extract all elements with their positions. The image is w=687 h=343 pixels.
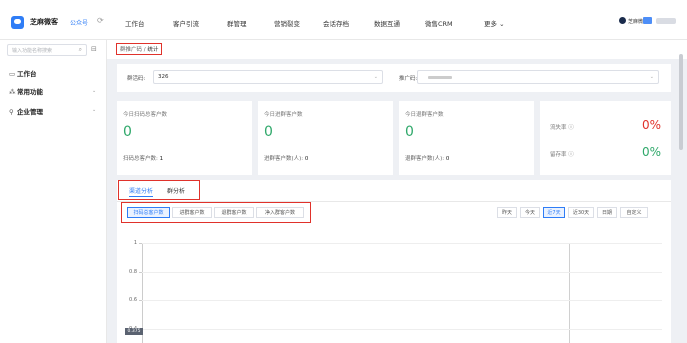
- redacted-value: [428, 76, 452, 79]
- range-last-30-days[interactable]: 近30天: [568, 207, 594, 218]
- tab-channel-analysis[interactable]: 渠道分析: [129, 186, 154, 197]
- stat-total: 进群客户数(人): 0: [264, 156, 309, 162]
- help-icon: ⓘ: [568, 125, 574, 131]
- sidebar: 输入功能名称搜索 ⌕ ⊟ ▭ 工作台 ⁂ 常用功能 ⌄ ⚲ 企业管理 ⌄: [0, 40, 107, 343]
- stat-total: 退群客户数(人): 0: [405, 156, 450, 162]
- stat-total: 扫码总客户数: 1: [123, 156, 164, 162]
- analysis-tabs: 渠道分析 群分析: [118, 180, 200, 200]
- chart-cursor-label: 0.375: [125, 328, 143, 335]
- stat-value: 0: [123, 124, 132, 140]
- metric-selector: 扫码总客户数 进群客户数 退群客户数 净入群客户数: [121, 202, 311, 223]
- stat-card-joined: 今日进群客户数 0 进群客户数(人): 0: [258, 101, 393, 175]
- range-yesterday[interactable]: 昨天: [497, 207, 517, 218]
- grid-line: [142, 300, 662, 302]
- chevron-down-icon: ⌄: [499, 20, 505, 28]
- sidebar-search-input[interactable]: 输入功能名称搜索 ⌕: [7, 44, 87, 56]
- search-icon: ⌕: [78, 46, 82, 53]
- channel-filter-label: 推广码:: [399, 76, 418, 82]
- code-filter-label: 群活码:: [127, 76, 146, 82]
- nav-group-management[interactable]: 群管理: [227, 18, 247, 28]
- brand-name: 芝麻微客: [30, 18, 58, 26]
- stat-title: 今日扫码总客户数: [123, 112, 168, 118]
- churn-rate-label: 流失率 ⓘ: [550, 125, 574, 131]
- org-logo-icon: [619, 17, 626, 24]
- range-date[interactable]: 日期: [597, 207, 617, 218]
- stat-card-left: 今日退群客户数 0 退群客户数(人): 0: [399, 101, 534, 175]
- range-today[interactable]: 今天: [520, 207, 540, 218]
- filter-card: 群活码: 326 ⌄ 推广码: ⌄: [117, 64, 671, 92]
- refresh-icon[interactable]: ⟳: [97, 16, 104, 25]
- help-icon: ⓘ: [568, 152, 574, 158]
- channel-select[interactable]: ⌄: [417, 70, 659, 84]
- page-scrollbar[interactable]: [679, 54, 683, 150]
- stat-title: 今日退群客户数: [405, 112, 444, 118]
- churn-rate-value: 0%: [641, 118, 661, 132]
- metric-net-joined[interactable]: 净入群客户数: [256, 207, 304, 218]
- range-last-7-days[interactable]: 近7天: [543, 207, 565, 218]
- grid-line: [142, 243, 662, 244]
- top-bar: 芝麻微客 公众号 ⟳ 工作台 客户引流 群管理 营销裂变 会话存档 数据互通 微…: [0, 0, 687, 40]
- breadcrumb-current: 统计: [147, 47, 159, 53]
- vip-badge-icon: [643, 17, 652, 24]
- sidebar-item-common-functions[interactable]: ⁂ 常用功能: [9, 86, 43, 96]
- nav-marketing-fission[interactable]: 营销裂变: [274, 18, 300, 28]
- nav-crm[interactable]: 微售CRM: [425, 18, 453, 28]
- breadcrumb-parent[interactable]: 群推广码: [120, 47, 142, 53]
- code-select[interactable]: 326 ⌄: [153, 70, 383, 84]
- chevron-down-icon[interactable]: ⌄: [92, 107, 96, 113]
- metric-left[interactable]: 退群客户数: [214, 207, 254, 218]
- nav-workbench[interactable]: 工作台: [125, 18, 145, 28]
- nav-chat-archive[interactable]: 会话存档: [323, 18, 349, 28]
- y-tick-mark: [139, 271, 142, 273]
- grid-icon: ⁂: [9, 88, 16, 96]
- range-custom[interactable]: 自定义: [620, 207, 648, 218]
- y-tick-label: 1: [133, 240, 137, 246]
- metric-total-scans[interactable]: 扫码总客户数: [127, 207, 170, 218]
- chevron-down-icon: ⌄: [649, 74, 654, 80]
- sidebar-item-enterprise-management[interactable]: ⚲ 企业管理: [9, 106, 43, 116]
- metric-joined[interactable]: 进群客户数: [172, 207, 212, 218]
- stat-card-scans: 今日扫码总客户数 0 扫码总客户数: 1: [117, 101, 252, 175]
- app-logo-icon: [11, 16, 24, 29]
- stat-title: 今日进群客户数: [264, 112, 303, 118]
- analysis-card: 渠道分析 群分析 扫码总客户数 进群客户数 退群客户数 净入群客户数 昨天 今天…: [117, 180, 671, 343]
- y-tick-mark: [139, 243, 142, 244]
- search-placeholder: 输入功能名称搜索: [12, 48, 53, 54]
- chevron-down-icon[interactable]: ⌄: [92, 88, 96, 94]
- y-tick-label: 0.6: [129, 297, 137, 304]
- org-name: 芝麻微: [628, 19, 644, 25]
- grid-line: [142, 328, 662, 330]
- person-icon: ⚲: [9, 108, 14, 116]
- grid-line: [142, 271, 662, 273]
- rate-card: 流失率 ⓘ 0% 留存率 ⓘ 0%: [540, 101, 671, 175]
- y-tick-mark: [139, 300, 142, 302]
- retention-rate-value: 0%: [641, 145, 661, 159]
- nav-customer-acquisition[interactable]: 客户引流: [173, 18, 199, 28]
- collapse-sidebar-icon[interactable]: ⊟: [91, 45, 97, 53]
- nav-more[interactable]: 更多 ⌄: [484, 18, 505, 28]
- stat-value: 0: [405, 124, 414, 140]
- account-type-link[interactable]: 公众号: [70, 18, 88, 27]
- code-select-value: 326: [158, 74, 169, 80]
- line-chart: 10.80.60.4: [117, 230, 671, 343]
- sidebar-item-workbench[interactable]: ▭ 工作台: [9, 68, 37, 78]
- stat-value: 0: [264, 124, 273, 140]
- y-tick-label: 0.8: [129, 268, 137, 275]
- breadcrumb: 群推广码 / 统计: [116, 43, 163, 55]
- user-avatar[interactable]: [656, 18, 676, 24]
- nav-data-sync[interactable]: 数据互通: [374, 18, 400, 28]
- tab-group-analysis[interactable]: 群分析: [167, 186, 185, 195]
- workbench-icon: ▭: [9, 70, 16, 78]
- breadcrumb-bar: 群推广码 / 统计: [107, 40, 687, 59]
- chevron-down-icon: ⌄: [373, 74, 378, 80]
- retention-rate-label: 留存率 ⓘ: [550, 152, 574, 158]
